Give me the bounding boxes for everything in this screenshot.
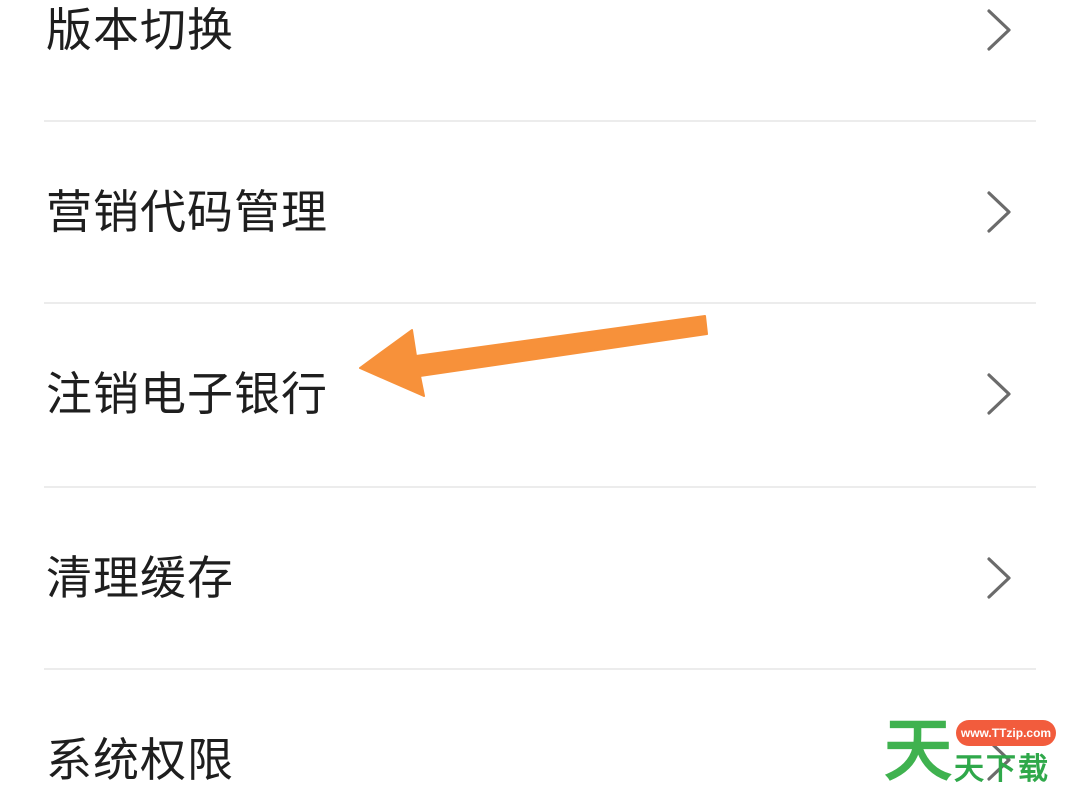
menu-item-label: 系统权限 — [46, 733, 234, 787]
menu-item-cancel-e-banking[interactable]: 注销电子银行 — [0, 334, 1080, 454]
watermark-logo-char: 天 — [884, 712, 953, 791]
menu-item-version-switch[interactable]: 版本切换 — [0, 0, 1080, 90]
divider — [44, 302, 1036, 304]
watermark-text: 天下载 — [954, 752, 1050, 787]
divider — [44, 486, 1036, 488]
chevron-right-icon — [987, 373, 1011, 415]
menu-item-label: 版本切换 — [46, 3, 234, 57]
menu-item-label: 注销电子银行 — [46, 367, 328, 421]
menu-item-label: 营销代码管理 — [46, 185, 328, 239]
menu-item-label: 清理缓存 — [46, 551, 234, 605]
menu-item-clear-cache[interactable]: 清理缓存 — [0, 518, 1080, 638]
chevron-right-icon — [987, 557, 1011, 599]
chevron-right-icon — [987, 191, 1011, 233]
divider — [44, 120, 1036, 122]
site-watermark: 天 www.TTzip.com 天下载 — [884, 712, 1064, 798]
settings-page: 版本切换 营销代码管理 注销电子银行 清理缓存 系统权限 天 www.TTzip… — [0, 0, 1080, 808]
menu-item-marketing-code-management[interactable]: 营销代码管理 — [0, 152, 1080, 272]
watermark-url-badge: www.TTzip.com — [956, 720, 1056, 746]
chevron-right-icon — [987, 9, 1011, 51]
divider — [44, 668, 1036, 670]
